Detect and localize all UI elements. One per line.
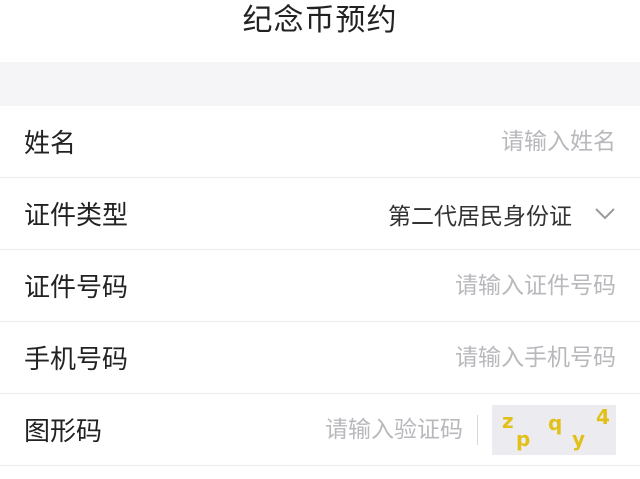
phone-label: 手机号码 [24,345,129,375]
captcha-char: p [516,426,531,451]
page-header: 纪念币预约 [0,0,640,62]
id-type-select[interactable]: 第二代居民身份证 [388,197,616,231]
captcha-image[interactable]: z p q y 4 [492,404,616,455]
id-type-value[interactable]: 第二代居民身份证 [388,197,572,231]
captcha-label: 图形码 [24,417,103,447]
id-type-row[interactable]: 证件类型 第二代居民身份证 [0,178,640,250]
name-row: 姓名 [0,106,640,178]
reservation-page: 纪念币预约 姓名 证件类型 第二代居民身份证 证件号码 手 [0,0,640,479]
name-input[interactable] [356,128,616,155]
id-number-row: 证件号码 [0,250,640,322]
captcha-char: y [572,426,586,451]
captcha-char: q [548,410,563,435]
captcha-field-wrap: z p q y 4 [303,404,616,455]
captcha-char: z [502,408,514,433]
section-gap [0,62,640,106]
captcha-input[interactable] [303,416,463,443]
captcha-divider [477,414,478,445]
phone-field-wrap [356,344,616,371]
captcha-char: 4 [596,404,610,429]
phone-input[interactable] [356,344,616,371]
chevron-down-icon[interactable] [594,207,616,221]
name-field-wrap [356,128,616,155]
id-type-label: 证件类型 [24,201,129,231]
captcha-row: 图形码 z p q y 4 [0,394,640,466]
id-number-input[interactable] [356,272,616,299]
id-number-field-wrap [356,272,616,299]
page-title: 纪念币预约 [242,3,398,38]
name-label: 姓名 [24,129,77,159]
reservation-form: 姓名 证件类型 第二代居民身份证 证件号码 手机号码 [0,106,640,466]
id-number-label: 证件号码 [24,273,129,303]
phone-row: 手机号码 [0,322,640,394]
